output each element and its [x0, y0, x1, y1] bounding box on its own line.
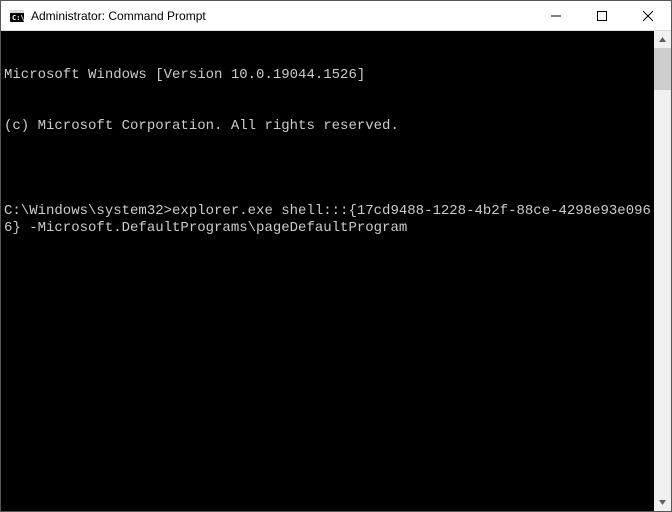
svg-text:C:\: C:\ — [12, 14, 25, 22]
window-controls — [533, 1, 671, 30]
terminal-line: (c) Microsoft Corporation. All rights re… — [4, 118, 651, 135]
terminal-line: Microsoft Windows [Version 10.0.19044.15… — [4, 67, 651, 84]
close-button[interactable] — [625, 1, 671, 30]
terminal-output: Microsoft Windows [Version 10.0.19044.15… — [1, 31, 654, 274]
scroll-thumb[interactable] — [654, 48, 671, 90]
titlebar[interactable]: C:\ Administrator: Command Prompt — [1, 1, 671, 31]
terminal-viewport[interactable]: Microsoft Windows [Version 10.0.19044.15… — [1, 31, 654, 511]
vertical-scrollbar[interactable] — [654, 31, 671, 511]
client-area: Microsoft Windows [Version 10.0.19044.15… — [1, 31, 671, 511]
window-title: Administrator: Command Prompt — [31, 9, 206, 23]
command-prompt-window: C:\ Administrator: Command Prompt Micros… — [0, 0, 672, 512]
scroll-track[interactable] — [654, 48, 671, 494]
minimize-button[interactable] — [533, 1, 579, 30]
maximize-button[interactable] — [579, 1, 625, 30]
scroll-down-button[interactable] — [654, 494, 671, 511]
cmd-icon: C:\ — [9, 8, 25, 24]
scroll-up-button[interactable] — [654, 31, 671, 48]
terminal-line: C:\Windows\system32>explorer.exe shell::… — [4, 203, 651, 237]
